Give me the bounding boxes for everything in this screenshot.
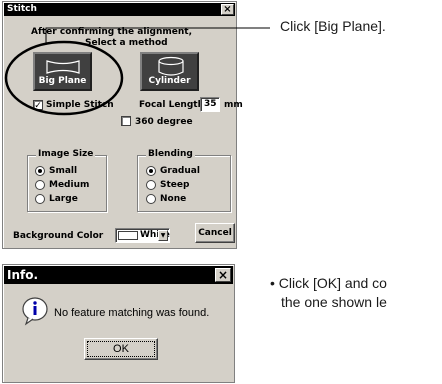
close-icon: × bbox=[223, 4, 232, 15]
background-color-label: Background Color bbox=[13, 231, 104, 241]
stitch-titlebar[interactable]: Stitch × bbox=[4, 3, 235, 16]
360-degree-label: 360 degree bbox=[135, 117, 193, 127]
info-title: Info. bbox=[7, 268, 39, 282]
blending-none-label: None bbox=[160, 194, 187, 204]
callout-ok-line-2: the one shown le bbox=[281, 294, 387, 310]
image-size-title: Image Size bbox=[36, 149, 96, 159]
info-close-button[interactable]: × bbox=[215, 268, 231, 282]
image-size-medium-label: Medium bbox=[49, 180, 90, 190]
big-plane-label: Big Plane bbox=[38, 76, 87, 86]
big-plane-button[interactable]: Big Plane bbox=[33, 52, 92, 91]
stitch-close-button[interactable]: × bbox=[221, 4, 234, 15]
cancel-button[interactable]: Cancel bbox=[195, 223, 235, 243]
focal-length-label: Focal Length bbox=[139, 100, 204, 110]
info-dialog: Info. × No feature matching was found. O… bbox=[2, 264, 235, 383]
image-size-large-label: Large bbox=[49, 194, 78, 204]
360-degree-checkbox[interactable] bbox=[121, 116, 131, 126]
image-size-small-label: Small bbox=[49, 166, 78, 176]
cylinder-button[interactable]: Cylinder bbox=[140, 52, 199, 91]
simple-stitch-label: Simple Stitch bbox=[46, 100, 114, 110]
blending-steep-radio[interactable] bbox=[146, 180, 156, 190]
blending-group: Blending Gradual Steep None bbox=[137, 149, 231, 212]
callout-big-plane: Click [Big Plane]. bbox=[280, 18, 386, 34]
cylinder-label: Cylinder bbox=[148, 76, 191, 86]
stitch-dialog: Stitch × After confirming the alignment,… bbox=[2, 1, 243, 249]
blending-none-radio[interactable] bbox=[146, 194, 156, 204]
focal-length-unit: mm bbox=[224, 100, 243, 110]
focal-length-input[interactable]: 35 bbox=[200, 97, 220, 112]
image-size-medium-radio[interactable] bbox=[35, 180, 45, 190]
plane-icon bbox=[46, 60, 80, 74]
color-swatch bbox=[118, 231, 138, 240]
chevron-down-icon[interactable]: ▼ bbox=[158, 230, 168, 241]
info-icon bbox=[22, 297, 48, 326]
callout-ok-line-1: • Click [OK] and co bbox=[270, 275, 387, 291]
ok-button[interactable]: OK bbox=[84, 338, 158, 360]
simple-stitch-checkbox[interactable]: ✓ bbox=[33, 100, 43, 110]
ok-label: OK bbox=[113, 343, 129, 355]
image-size-small-radio[interactable] bbox=[35, 166, 45, 176]
blending-gradual-label: Gradual bbox=[160, 166, 200, 176]
stitch-title: Stitch bbox=[7, 4, 37, 14]
info-titlebar[interactable]: Info. × bbox=[4, 266, 233, 284]
ok-focus-ring: OK bbox=[87, 341, 155, 357]
info-message: No feature matching was found. bbox=[54, 307, 210, 319]
instruction-line-2: Select a method bbox=[85, 38, 168, 48]
close-icon: × bbox=[217, 268, 229, 282]
instruction-line-1: After confirming the alignment, bbox=[31, 27, 192, 37]
blending-title: Blending bbox=[146, 149, 195, 159]
blending-gradual-radio[interactable] bbox=[146, 166, 156, 176]
image-size-large-radio[interactable] bbox=[35, 194, 45, 204]
background-color-select[interactable]: White ▼ bbox=[115, 228, 170, 243]
blending-steep-label: Steep bbox=[160, 180, 190, 190]
image-size-group: Image Size Small Medium Large bbox=[27, 149, 107, 212]
